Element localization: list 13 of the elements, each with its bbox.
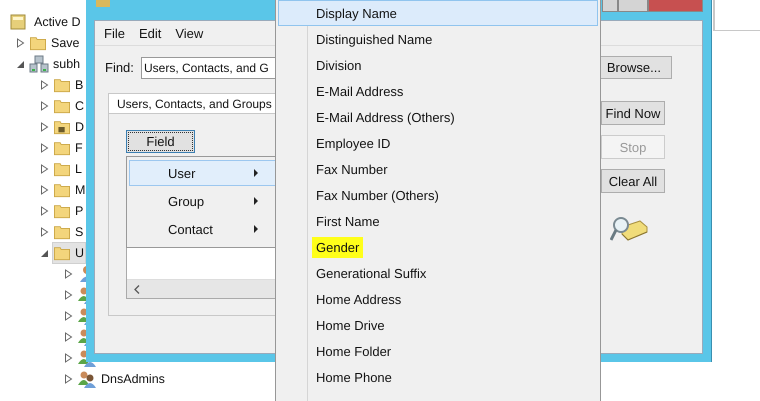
tree-item-label: Save (51, 36, 80, 50)
tree-item-label: U (75, 246, 84, 260)
tree-item-label: D (75, 120, 84, 134)
tree-item-label: DnsAdmins (101, 372, 165, 386)
tree-item-label: M (75, 182, 86, 196)
tree-item-label: S (75, 224, 84, 238)
tree-item-label: C (75, 98, 84, 112)
tree-item-label: L (75, 162, 82, 176)
find-label: Find: (105, 60, 135, 75)
tree-item-label: B (75, 78, 84, 92)
tree-item-label: subh (53, 56, 80, 70)
tree-item-label: P (75, 204, 84, 218)
tree-item-label: F (75, 140, 83, 154)
